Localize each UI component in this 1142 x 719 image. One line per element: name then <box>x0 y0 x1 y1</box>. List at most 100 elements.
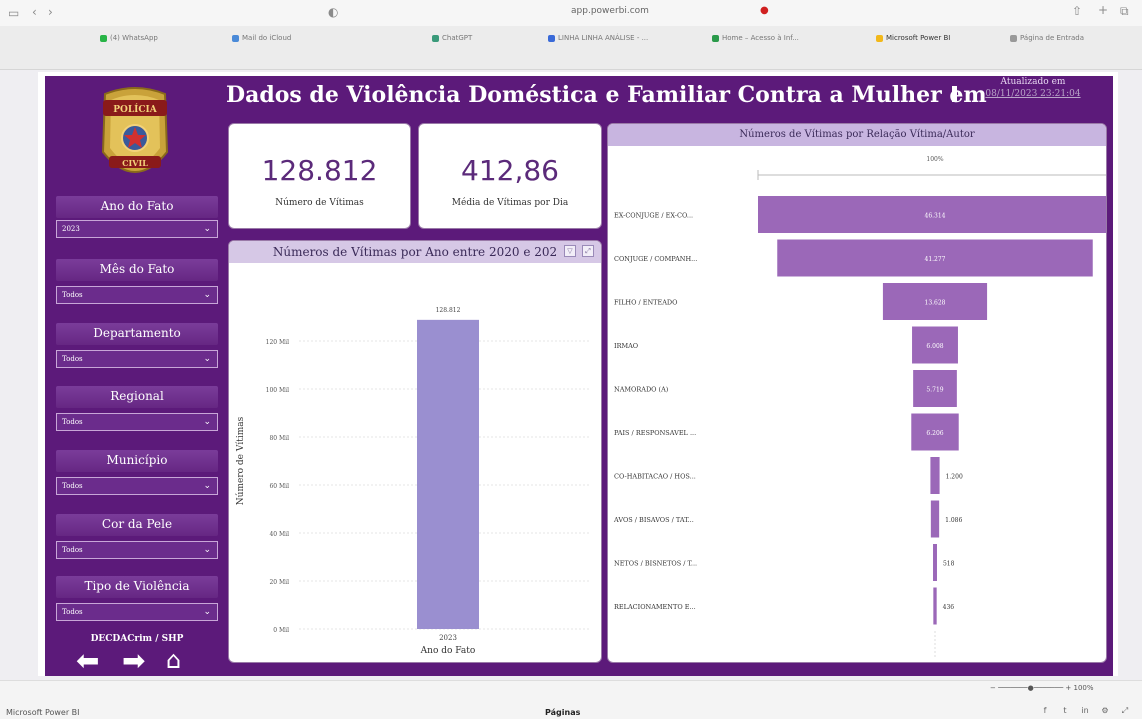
forward-icon[interactable]: › <box>48 5 53 19</box>
y-tick-label: 120 Mil <box>266 339 289 346</box>
kpi-card-victims[interactable]: 128.812 Número de Vítimas <box>228 123 411 229</box>
tabs-overview-icon[interactable]: ⧉ <box>1120 4 1129 19</box>
y-tick-label: 100 Mil <box>266 387 289 394</box>
tab-pagina-entrada[interactable]: Página de Entrada <box>1010 31 1084 45</box>
y-tick-label: 20 Mil <box>269 579 289 586</box>
y-tick-label: 40 Mil <box>269 531 289 538</box>
tab-power-bi[interactable]: Microsoft Power BI <box>876 31 950 45</box>
funnel-bar <box>933 587 937 625</box>
category-label: NETOS / BISNETOS / T... <box>614 560 697 568</box>
category-label: IRMAO <box>614 342 638 350</box>
privacy-icon[interactable]: ◐ <box>328 5 338 19</box>
victims-by-relation-chart[interactable]: Números de Vítimas por Relação Vítima/Au… <box>607 123 1107 663</box>
category-label: CO-HABITACAO / HOS... <box>614 473 696 481</box>
leaf-icon <box>712 34 719 42</box>
sidebar-footer: DECDACrim / SHP <box>90 634 184 644</box>
badge-bottom-text: CIVIL <box>122 158 148 168</box>
filter-regional-select[interactable]: Todos ⌄ <box>56 413 218 431</box>
kpi-value: 128.812 <box>261 154 378 187</box>
chevron-down-icon: ⌄ <box>203 545 211 555</box>
filter-violence-type-select[interactable]: Todos ⌄ <box>56 603 218 621</box>
chevron-down-icon: ⌄ <box>203 481 211 491</box>
y-tick-label: 0 Mil <box>273 627 289 634</box>
share-icon[interactable]: ⇧ <box>1072 4 1082 18</box>
twitter-icon[interactable]: t <box>1060 706 1070 716</box>
data-label: 5.719 <box>926 387 943 394</box>
power-bi-icon <box>876 34 883 42</box>
chatgpt-icon <box>432 34 439 42</box>
kpi-value: 412,86 <box>461 154 559 187</box>
category-label: NAMORADO (A) <box>614 386 669 394</box>
bar-chart-svg: 0 Mil 20 Mil 40 Mil 60 Mil 80 Mil 100 Mil 120 … <box>235 307 589 656</box>
filter-icon[interactable]: ▽ <box>564 245 576 257</box>
address-bar[interactable]: app.powerbi.com <box>520 6 700 20</box>
forward-arrow-icon[interactable]: ➡ <box>122 644 145 677</box>
facebook-icon[interactable]: f <box>1040 706 1050 716</box>
funnel-bar <box>930 500 940 538</box>
tab-whatsapp[interactable]: (4) WhatsApp <box>100 31 158 45</box>
pages-button[interactable]: Páginas <box>545 708 580 717</box>
tab-chatgpt[interactable]: ChatGPT <box>432 31 472 45</box>
funnel-bar <box>933 544 937 581</box>
document-icon <box>548 34 555 42</box>
chart-title: Números de Vítimas por Ano entre 2020 e … <box>229 241 601 263</box>
filter-regional-label: Regional <box>56 386 218 408</box>
filter-year-select[interactable]: 2023 ⌄ <box>56 220 218 238</box>
chevron-down-icon: ⌄ <box>203 290 211 300</box>
chevron-down-icon: ⌄ <box>203 224 211 234</box>
filter-month-label: Mês do Fato <box>56 259 218 281</box>
y-tick-label: 60 Mil <box>269 483 289 490</box>
data-label: 6.206 <box>926 430 943 437</box>
filter-month-select[interactable]: Todos ⌄ <box>56 286 218 304</box>
category-label: EX-CONJUGE / EX-CO... <box>614 212 693 220</box>
filter-year-label: Ano do Fato <box>56 196 218 218</box>
badge-top-text: POLÍCIA <box>113 103 158 115</box>
data-label: 1.086 <box>945 517 962 524</box>
settings-icon[interactable]: ⚙ <box>1100 706 1110 716</box>
filter-skin-color-select[interactable]: Todos ⌄ <box>56 541 218 559</box>
funnel-chart-svg: 100% EX-CONJUGE / EX-CO... 46.314 CONJUGE /… <box>613 156 1106 659</box>
zoom-control[interactable]: − ───────●─────── + 100% <box>990 684 1094 692</box>
back-icon[interactable]: ‹ <box>32 5 37 19</box>
data-label: 1.200 <box>946 474 963 481</box>
category-label: FILHO / ENTEADO <box>614 299 677 307</box>
chevron-down-icon: ⌄ <box>203 354 211 364</box>
data-label: 46.314 <box>925 213 946 220</box>
new-tab-icon[interactable]: + <box>1098 3 1108 17</box>
y-axis-label: Número de Vítimas <box>235 416 246 505</box>
data-label: 6.008 <box>926 343 943 350</box>
filter-department-label: Departamento <box>56 323 218 345</box>
y-tick-label: 80 Mil <box>269 435 289 442</box>
fullscreen-icon[interactable]: ⤢ <box>1120 706 1130 716</box>
page-title: Dados de Violência Doméstica e Familiar … <box>226 82 987 108</box>
tab-bar: (4) WhatsApp Mail do iCloud ChatGPT LINH… <box>0 26 1142 70</box>
filter-municipality-select[interactable]: Todos ⌄ <box>56 477 218 495</box>
app-name: Microsoft Power BI <box>6 708 80 717</box>
data-label: 436 <box>943 604 955 611</box>
tab-home-acesso[interactable]: Home – Acesso à Inf... <box>712 31 799 45</box>
category-label: PAIS / RESPONSAVEL ... <box>614 429 696 437</box>
tab-icloud-mail[interactable]: Mail do iCloud <box>232 31 291 45</box>
tab-linha[interactable]: LINHA LINHA ANÁLISE - ... <box>548 31 648 45</box>
x-axis-label: Ano do Fato <box>420 646 476 656</box>
linkedin-icon[interactable]: in <box>1080 706 1090 716</box>
filter-department-select[interactable]: Todos ⌄ <box>56 350 218 368</box>
filter-violence-type-label: Tipo de Violência <box>56 576 218 598</box>
focus-mode-icon[interactable]: ⤢ <box>582 245 594 257</box>
data-label: 41.277 <box>925 256 946 263</box>
home-icon[interactable]: ⌂ <box>166 646 181 674</box>
funnel-bar <box>930 457 940 494</box>
data-label: 128.812 <box>436 307 461 314</box>
victims-by-year-chart[interactable]: Números de Vítimas por Ano entre 2020 e … <box>228 240 602 663</box>
recording-icon[interactable]: ● <box>760 5 769 16</box>
category-label: CONJUGE / COMPANH... <box>614 255 697 263</box>
chart-title: Números de Vítimas por Relação Vítima/Au… <box>608 124 1106 146</box>
sidebar-toggle-icon[interactable]: ▭ <box>8 6 19 20</box>
category-label: RELACIONAMENTO E... <box>614 603 696 611</box>
chevron-down-icon: ⌄ <box>203 607 211 617</box>
kpi-card-daily-avg[interactable]: 412,86 Média de Vítimas por Dia <box>418 123 602 229</box>
back-arrow-icon[interactable]: ⬅ <box>76 644 99 677</box>
data-label: 13.628 <box>925 300 946 307</box>
category-label: AVOS / BISAVOS / TAT... <box>613 516 694 524</box>
kpi-label: Número de Vítimas <box>275 198 364 208</box>
